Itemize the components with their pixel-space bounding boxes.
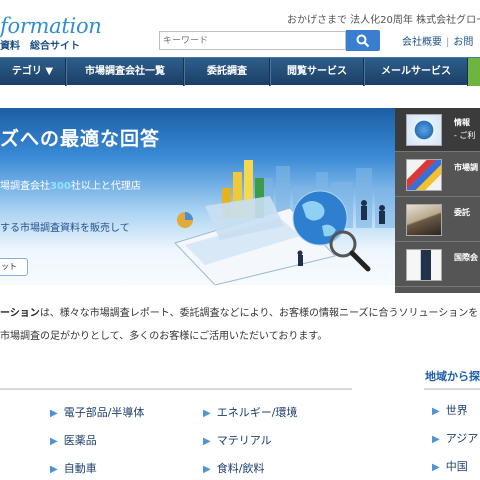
side-item-sublabel: - ご利 [454, 131, 476, 140]
side-item-label: 情報 [454, 118, 470, 127]
contact-link[interactable]: お問 [453, 37, 473, 48]
chart-thumbnail [406, 159, 442, 191]
side-item-commissioned[interactable]: 委託 [395, 198, 480, 242]
site-logo[interactable]: formation [0, 14, 102, 38]
businessman-thumbnail [406, 249, 442, 281]
region-divider [424, 388, 480, 390]
arrow-icon: ▶ [432, 462, 440, 473]
company-tagline: おかげさまで 法人化20周年 株式会社グロー [287, 15, 480, 26]
arrow-icon: ▶ [50, 408, 58, 419]
intro-bold: ーション [0, 308, 40, 319]
region-link[interactable]: ▶ アジア [432, 430, 478, 446]
intro-text1: は、様々な市場調査レポート、委託調査などにより、お客様の情報ニーズに合うソリュー… [39, 308, 479, 319]
side-item-label: 国際会 [454, 253, 478, 262]
category-link[interactable]: ▶ エネルギー/環境 [203, 404, 297, 420]
side-item-info[interactable]: 情報 - ご利 [395, 108, 480, 152]
category-label: 医薬品 [63, 434, 97, 447]
side-item-international[interactable]: 国際会 [395, 243, 480, 287]
nav-item-commissioned-research[interactable]: 委託調査 [184, 58, 270, 86]
intro-line1: ーションは、様々な市場調査レポート、委託調査などにより、お客様の情報ニーズに合う… [0, 302, 478, 325]
hero-description-line1: 場調査会社300社以上と代理店 [0, 177, 141, 192]
hero-line1-suffix: 社以上と代理店 [70, 181, 141, 192]
arrow-icon: ▶ [203, 464, 211, 475]
globe-thumbnail [406, 114, 442, 146]
arrow-icon: ▶ [50, 464, 58, 475]
arrow-icon: ▶ [50, 436, 58, 447]
arrow-icon: ▶ [432, 406, 440, 417]
side-item-market[interactable]: 市場調 [395, 153, 480, 197]
search-button[interactable] [346, 30, 380, 51]
hero-description-line2: する市場調査資料を販売して [0, 223, 130, 234]
arrow-icon: ▶ [432, 434, 440, 445]
intro-line2: 市場調査の足がかりとして、多くのお客様にご活用いただいております。 [0, 331, 328, 342]
arrow-icon: ▶ [203, 436, 211, 447]
nav-item-mail-service[interactable]: メールサービス [364, 58, 468, 86]
category-label: 電子部品/半導体 [63, 406, 145, 419]
category-label: 自動車 [63, 462, 97, 475]
hero-title: ズへの最適な回答 [0, 128, 161, 150]
hero-banner[interactable]: ズへの最適な回答 場調査会社300社以上と代理店 する市場調査資料を販売して ッ… [0, 108, 395, 285]
region-label: アジア [445, 432, 479, 445]
category-link[interactable]: ▶ 電子部品/半導体 [50, 404, 144, 420]
nav-item-viewing-service[interactable]: 閲覧サービス [270, 58, 364, 86]
category-link[interactable]: ▶ 医薬品 [50, 432, 97, 448]
search-icon [356, 34, 370, 48]
company-info-link[interactable]: 会社概要 [402, 37, 442, 48]
arrow-icon: ▶ [203, 408, 211, 419]
intro-text: ーションは、様々な市場調査レポート、委託調査などにより、お客様の情報ニーズに合う… [0, 302, 478, 348]
region-link[interactable]: ▶ 世界 [432, 402, 468, 418]
region-label: 世界 [445, 404, 468, 417]
hero-cta-button[interactable]: ット [0, 258, 28, 276]
hero-line1-prefix: 場調査会社 [0, 181, 50, 192]
side-item-label: 市場調 [454, 163, 478, 172]
side-menu: 情報 - ご利 市場調 委託 国際会 [395, 108, 480, 293]
documents-thumbnail [406, 204, 442, 236]
search-input[interactable] [159, 31, 346, 50]
region-link[interactable]: ▶ 中国 [432, 458, 468, 474]
hero-line1-highlight: 300 [50, 181, 71, 192]
nav-item-research-companies[interactable]: 市場調査会社一覧 [66, 58, 184, 86]
header-links: 会社概要 | お問 [402, 33, 473, 48]
region-section-title: 地域から探 [425, 370, 480, 383]
site-subtitle: 資料 総合サイト [0, 41, 80, 52]
category-label: 食料/飲料 [216, 462, 265, 475]
nav-item-highlight[interactable] [468, 58, 480, 86]
category-link[interactable]: ▶ マテリアル [203, 432, 272, 448]
category-label: マテリアル [216, 434, 272, 447]
category-link[interactable]: ▶ 自動車 [50, 460, 97, 476]
category-link[interactable]: ▶ 食料/飲料 [203, 460, 264, 476]
main-nav: テゴリ ▼ 市場調査会社一覧 委託調査 閲覧サービス メールサービス [0, 57, 480, 86]
side-item-label: 委託 [454, 208, 470, 217]
region-label: 中国 [445, 460, 468, 473]
nav-item-category[interactable]: テゴリ ▼ [0, 58, 66, 86]
category-label: エネルギー/環境 [216, 406, 298, 419]
link-separator: | [446, 37, 450, 48]
category-divider [0, 388, 352, 390]
